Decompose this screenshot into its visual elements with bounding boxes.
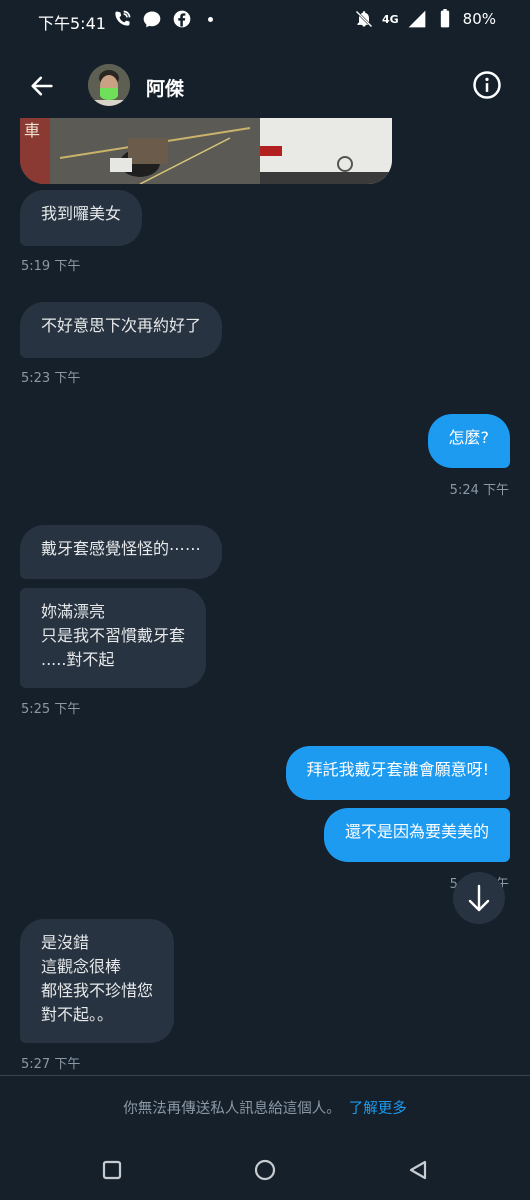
bell-off-icon (355, 10, 373, 28)
signal-icon (408, 10, 425, 28)
outgoing-message[interactable]: 拜託我戴牙套誰會願意呀! (285, 746, 510, 800)
back-nav-icon[interactable] (406, 1158, 430, 1182)
message-list[interactable]: 車 我到囉美女 5:19 下午 不好意思下次再約好了 5:23 下午 怎麼? 5… (0, 118, 530, 1074)
message-timestamp: 5:23 下午 (21, 371, 81, 386)
learn-more-link[interactable]: 了解更多 (349, 1101, 407, 1117)
arrow-left-icon[interactable] (28, 72, 56, 100)
home-icon[interactable] (253, 1158, 277, 1182)
facebook-icon (173, 10, 191, 28)
battery-level: 80% (462, 10, 496, 28)
messenger-icon (143, 11, 161, 28)
incoming-message[interactable]: 妳滿漂亮 只是我不習慣戴牙套 .....對不起 (20, 588, 207, 688)
status-time: 下午5:41 (38, 14, 106, 33)
street-photo-image: 車 (20, 118, 392, 184)
system-navigation-bar (0, 1140, 530, 1200)
contact-name[interactable]: 阿傑 (146, 74, 184, 101)
incoming-message[interactable]: 是沒錯 這觀念很棒 都怪我不珍惜您 對不起。。 (20, 919, 175, 1043)
message-timestamp: 5:24 下午 (449, 483, 509, 498)
message-timestamp: 5:25 下午 (21, 702, 81, 717)
dm-disabled-notice: 你無法再傳送私人訊息給這個人。 了解更多 (0, 1097, 530, 1118)
contact-avatar[interactable] (88, 64, 130, 106)
notice-text: 你無法再傳送私人訊息給這個人。 (123, 1101, 341, 1117)
incoming-message[interactable]: 不好意思下次再約好了 (20, 302, 223, 358)
incoming-message[interactable]: 我到囉美女 (20, 190, 143, 246)
svg-text:車: 車 (24, 121, 40, 140)
battery-icon (440, 9, 449, 28)
composer-divider (0, 1075, 530, 1076)
message-timestamp: 5:27 下午 (21, 1057, 81, 1072)
info-icon[interactable] (472, 70, 502, 100)
avatar-image (88, 64, 130, 106)
scroll-to-bottom-button[interactable] (453, 872, 505, 924)
shared-photo[interactable]: 車 (20, 118, 392, 184)
outgoing-message[interactable]: 怎麼? (427, 414, 510, 468)
status-bar: 下午5:41 4G 80% (0, 0, 530, 40)
notification-dot (208, 16, 213, 22)
incoming-message[interactable]: 戴牙套感覺怪怪的⋯⋯ (20, 525, 223, 579)
conversation-header: 阿傑 (0, 56, 530, 118)
recents-icon[interactable] (100, 1158, 124, 1182)
message-timestamp: 5:19 下午 (21, 259, 81, 274)
outgoing-message[interactable]: 還不是因為要美美的 (323, 808, 510, 862)
network-type: 4G (381, 12, 399, 26)
wifi-call-icon (115, 10, 131, 26)
arrow-down-icon (468, 884, 490, 912)
